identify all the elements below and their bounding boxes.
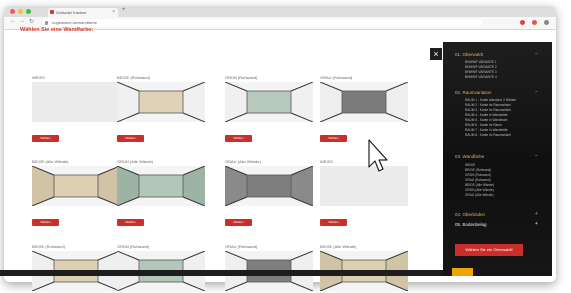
sidebar-item[interactable]: GRÜN (Rohwand) [465,173,491,177]
mouse-cursor-icon [368,139,388,172]
card-label: BEIGE (Rohwand) [32,244,65,249]
maximize-window-icon[interactable] [26,9,31,14]
sidebar-item[interactable]: BHMW® VARIANTE 3 [465,70,497,74]
room-preview-image[interactable] [32,82,120,122]
sidebar-item[interactable]: BEIGE (Rohwand) [465,168,491,172]
sidebar-section-title[interactable]: 01. Oberwaldt [455,52,483,57]
select-wall-color-button[interactable]: Wählen [117,219,144,226]
minimize-window-icon[interactable] [18,9,23,14]
tab-bar: Gottwald Kastner × + [4,6,556,17]
card-label: GRAU (Rohwand) [320,75,353,80]
extension-icon[interactable] [520,20,525,25]
favicon-icon [50,10,54,14]
select-wall-color-button[interactable]: Wählen [320,135,347,142]
card-label: GRÜN (Rohwand) [225,75,258,80]
collapse-icon[interactable]: − [535,153,538,159]
new-tab-icon[interactable]: + [122,7,126,13]
room-preview-image[interactable] [225,166,313,206]
sidebar-item[interactable]: BHMW® VARIANTE 4 [465,75,497,79]
browser-tab[interactable]: Gottwald Kastner × [48,8,118,17]
sidebar-item[interactable]: RAUM 2 - Kante im Raumwinkel [465,103,511,107]
back-icon[interactable]: ← [10,18,16,24]
expand-icon[interactable]: + [535,221,538,227]
sidebar-item[interactable]: GRÜN (Alle Wände) [465,188,494,192]
room-preview-image[interactable] [32,166,120,206]
sidebar-section-title[interactable]: 04. Oberböden [455,212,485,217]
select-wall-color-button[interactable]: Wählen [320,219,347,226]
forward-icon[interactable]: → [19,18,25,24]
sidebar-item[interactable]: GRAU (Rohwand) [465,178,491,182]
collapse-icon[interactable]: − [535,89,538,95]
card-label: GRÜN (Rohwand) [117,244,150,249]
sidebar-item[interactable]: RAUM 7 - Kante in Wandmitte [465,128,508,132]
room-preview-image[interactable] [117,82,205,122]
sidebar-item[interactable]: BEIGE (Alle Wände) [465,183,494,187]
room-preview-image[interactable] [320,82,408,122]
card-label: GRÜN (Alle Wände) [117,159,154,164]
select-wall-color-button[interactable]: Wählen [225,135,252,142]
card-label: BEIGE (Alle Wände) [32,159,69,164]
room-preview-image[interactable] [320,166,408,206]
close-tab-icon[interactable]: × [112,8,115,17]
sidebar-background [443,42,552,276]
sidebar-section-title[interactable]: 05. Bodenbelag [455,222,487,227]
select-wall-color-button[interactable]: Wählen [32,219,59,226]
card-label: BEIGE (Alle Wände) [320,244,357,249]
bottom-bar [0,270,443,276]
lock-icon [45,21,48,25]
reload-icon[interactable]: ↻ [29,18,34,25]
sidebar-item[interactable]: RAUM 4 - Kante in Wandmitte [465,113,508,117]
menu-icon[interactable] [544,20,549,25]
collapse-icon[interactable]: − [535,51,538,57]
sidebar-item[interactable]: RAUM 8 - Kante im Raumwinkel [465,133,511,137]
sidebar-section-title[interactable]: 02. Raumvariation [455,90,492,95]
sidebar-section-title[interactable]: 03. Wandfarbe [455,154,484,159]
card-label: BEIGE (Rohwand) [117,75,150,80]
select-wall-color-button[interactable]: Wählen [32,135,59,142]
url-field[interactable]: hugkastner.de/wandfarbe [42,19,482,27]
sidebar-item[interactable]: RAUM 1 - Kante standard, 2 Wände [465,98,516,102]
room-preview-image[interactable] [225,82,313,122]
sidebar-item[interactable]: GRAU (Alle Wände) [465,193,494,197]
sidebar-item[interactable]: WEISS [465,163,475,167]
sidebar-item[interactable]: RAUM 5 - Kante in Wandecke [465,118,507,122]
close-window-icon[interactable] [10,9,15,14]
close-panel-button[interactable]: × [430,48,442,60]
extension-icon[interactable] [532,20,537,25]
page-heading: Wählen Sie eine Wandfarbe: [20,27,94,33]
card-label: WEISS [320,159,333,164]
choose-oberwaldt-button[interactable]: Wählen Sie ein Oberwaldt! [455,244,523,256]
url-text: hugkastner.de/wandfarbe [52,20,97,25]
card-label: WEISS [32,75,45,80]
select-wall-color-button[interactable]: Wählen [225,219,252,226]
tab-title: Gottwald Kastner [56,10,87,15]
sidebar-item[interactable]: BHMW® VARIANTE 1 [465,60,497,64]
sidebar-item[interactable]: RAUM 3 - Kante im Raumwinkel [465,108,511,112]
config-sidebar: 01. Oberwaldt − BHMW® VARIANTE 1 BHMW® V… [443,42,552,276]
card-label: GRAU (Rohwand) [225,244,258,249]
expand-icon[interactable]: + [535,211,538,217]
sidebar-item[interactable]: BHMW® VARIANTE 2 [465,65,497,69]
select-wall-color-button[interactable]: Wählen [117,135,144,142]
room-preview-image[interactable] [117,166,205,206]
orange-tab[interactable] [452,268,473,276]
sidebar-item[interactable]: RAUM 6 - Kante im Raum [465,123,502,127]
card-label: GRAU (Alle Wände) [225,159,261,164]
